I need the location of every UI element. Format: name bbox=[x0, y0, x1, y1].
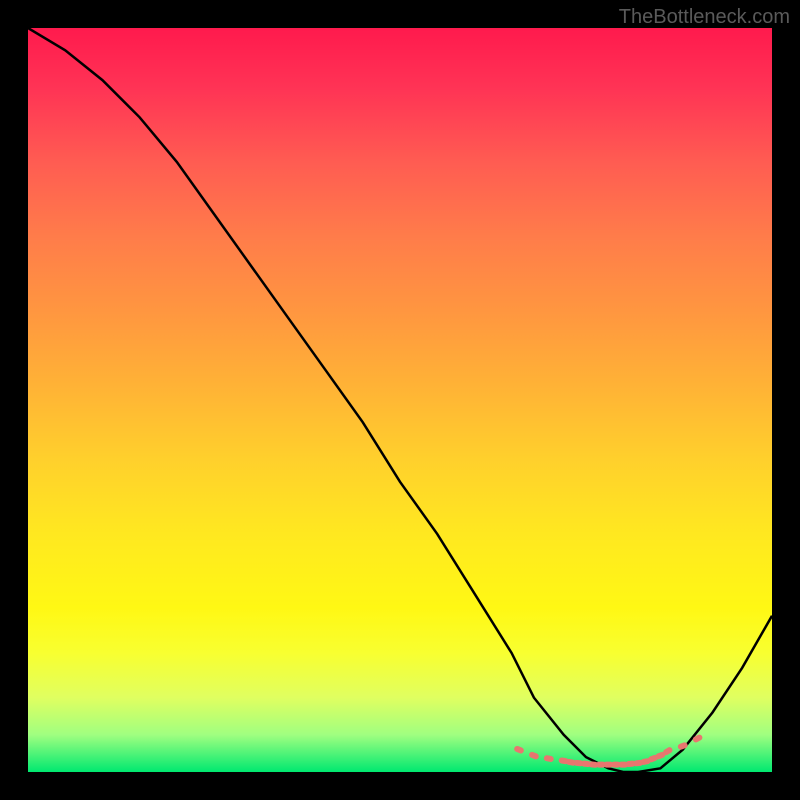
recommended-range-markers bbox=[513, 734, 703, 769]
chart-svg bbox=[28, 28, 772, 772]
range-marker bbox=[513, 745, 525, 754]
range-marker bbox=[528, 751, 540, 760]
chart-plot-area bbox=[28, 28, 772, 772]
watermark-text: TheBottleneck.com bbox=[619, 6, 790, 29]
range-marker bbox=[543, 755, 554, 763]
curve-path bbox=[28, 28, 772, 772]
bottleneck-curve-line bbox=[28, 28, 772, 772]
